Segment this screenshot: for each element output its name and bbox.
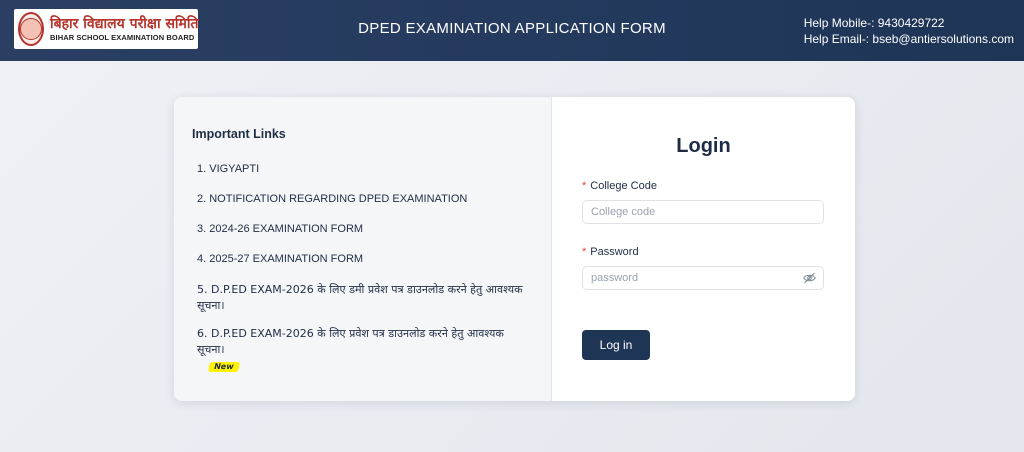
required-mark: * xyxy=(582,180,587,192)
important-links-panel: Important Links 1. VIGYAPTI 2. NOTIFICAT… xyxy=(174,97,552,401)
eye-slash-icon[interactable] xyxy=(803,272,816,284)
login-button[interactable]: Log in xyxy=(582,330,650,360)
new-badge: New xyxy=(207,362,240,372)
help-contact: Help Mobile-: 9430429722 Help Email-: bs… xyxy=(804,15,1014,47)
important-links-list: 1. VIGYAPTI 2. NOTIFICATION REGARDING DP… xyxy=(192,162,533,374)
link-admit-card[interactable]: 6. D.P.ED EXAM-2026 के लिए प्रवेश पत्र ड… xyxy=(197,327,504,356)
college-code-label: * College Code xyxy=(582,180,657,192)
link-2025-27-form[interactable]: 4. 2025-27 EXAMINATION FORM xyxy=(192,252,533,267)
link-dummy-admit-card[interactable]: 5. D.P.ED EXAM-2026 के लिए डमी प्रवेश पत… xyxy=(192,282,533,314)
link-notification[interactable]: 2. NOTIFICATION REGARDING DPED EXAMINATI… xyxy=(192,192,533,207)
required-mark: * xyxy=(582,246,587,258)
login-panel: Login *College Code *Password Log in xyxy=(552,97,855,401)
main-card: Important Links 1. VIGYAPTI 2. NOTIFICAT… xyxy=(174,97,855,401)
link-vigyapti[interactable]: 1. VIGYAPTI xyxy=(192,162,533,177)
help-email: Help Email-: bseb@antiersolutions.com xyxy=(803,32,1014,46)
link-admit-card-item[interactable]: 6. D.P.ED EXAM-2026 के लिए प्रवेश पत्र ड… xyxy=(192,326,533,374)
link-2024-26-form[interactable]: 3. 2024-26 EXAMINATION FORM xyxy=(192,222,533,237)
important-links-title: Important Links xyxy=(192,127,286,141)
help-mobile: Help Mobile-: 9430429722 xyxy=(803,16,945,30)
password-label: * Password xyxy=(582,246,639,258)
college-code-input[interactable] xyxy=(582,200,824,224)
login-title: Login xyxy=(676,135,731,157)
password-input[interactable] xyxy=(582,266,824,290)
college-code-field: * College Code xyxy=(582,180,825,224)
password-field: * Password xyxy=(582,246,825,290)
top-header: बिहार विद्यालय परीक्षा समिति BIHAR SCHOO… xyxy=(0,0,1024,61)
